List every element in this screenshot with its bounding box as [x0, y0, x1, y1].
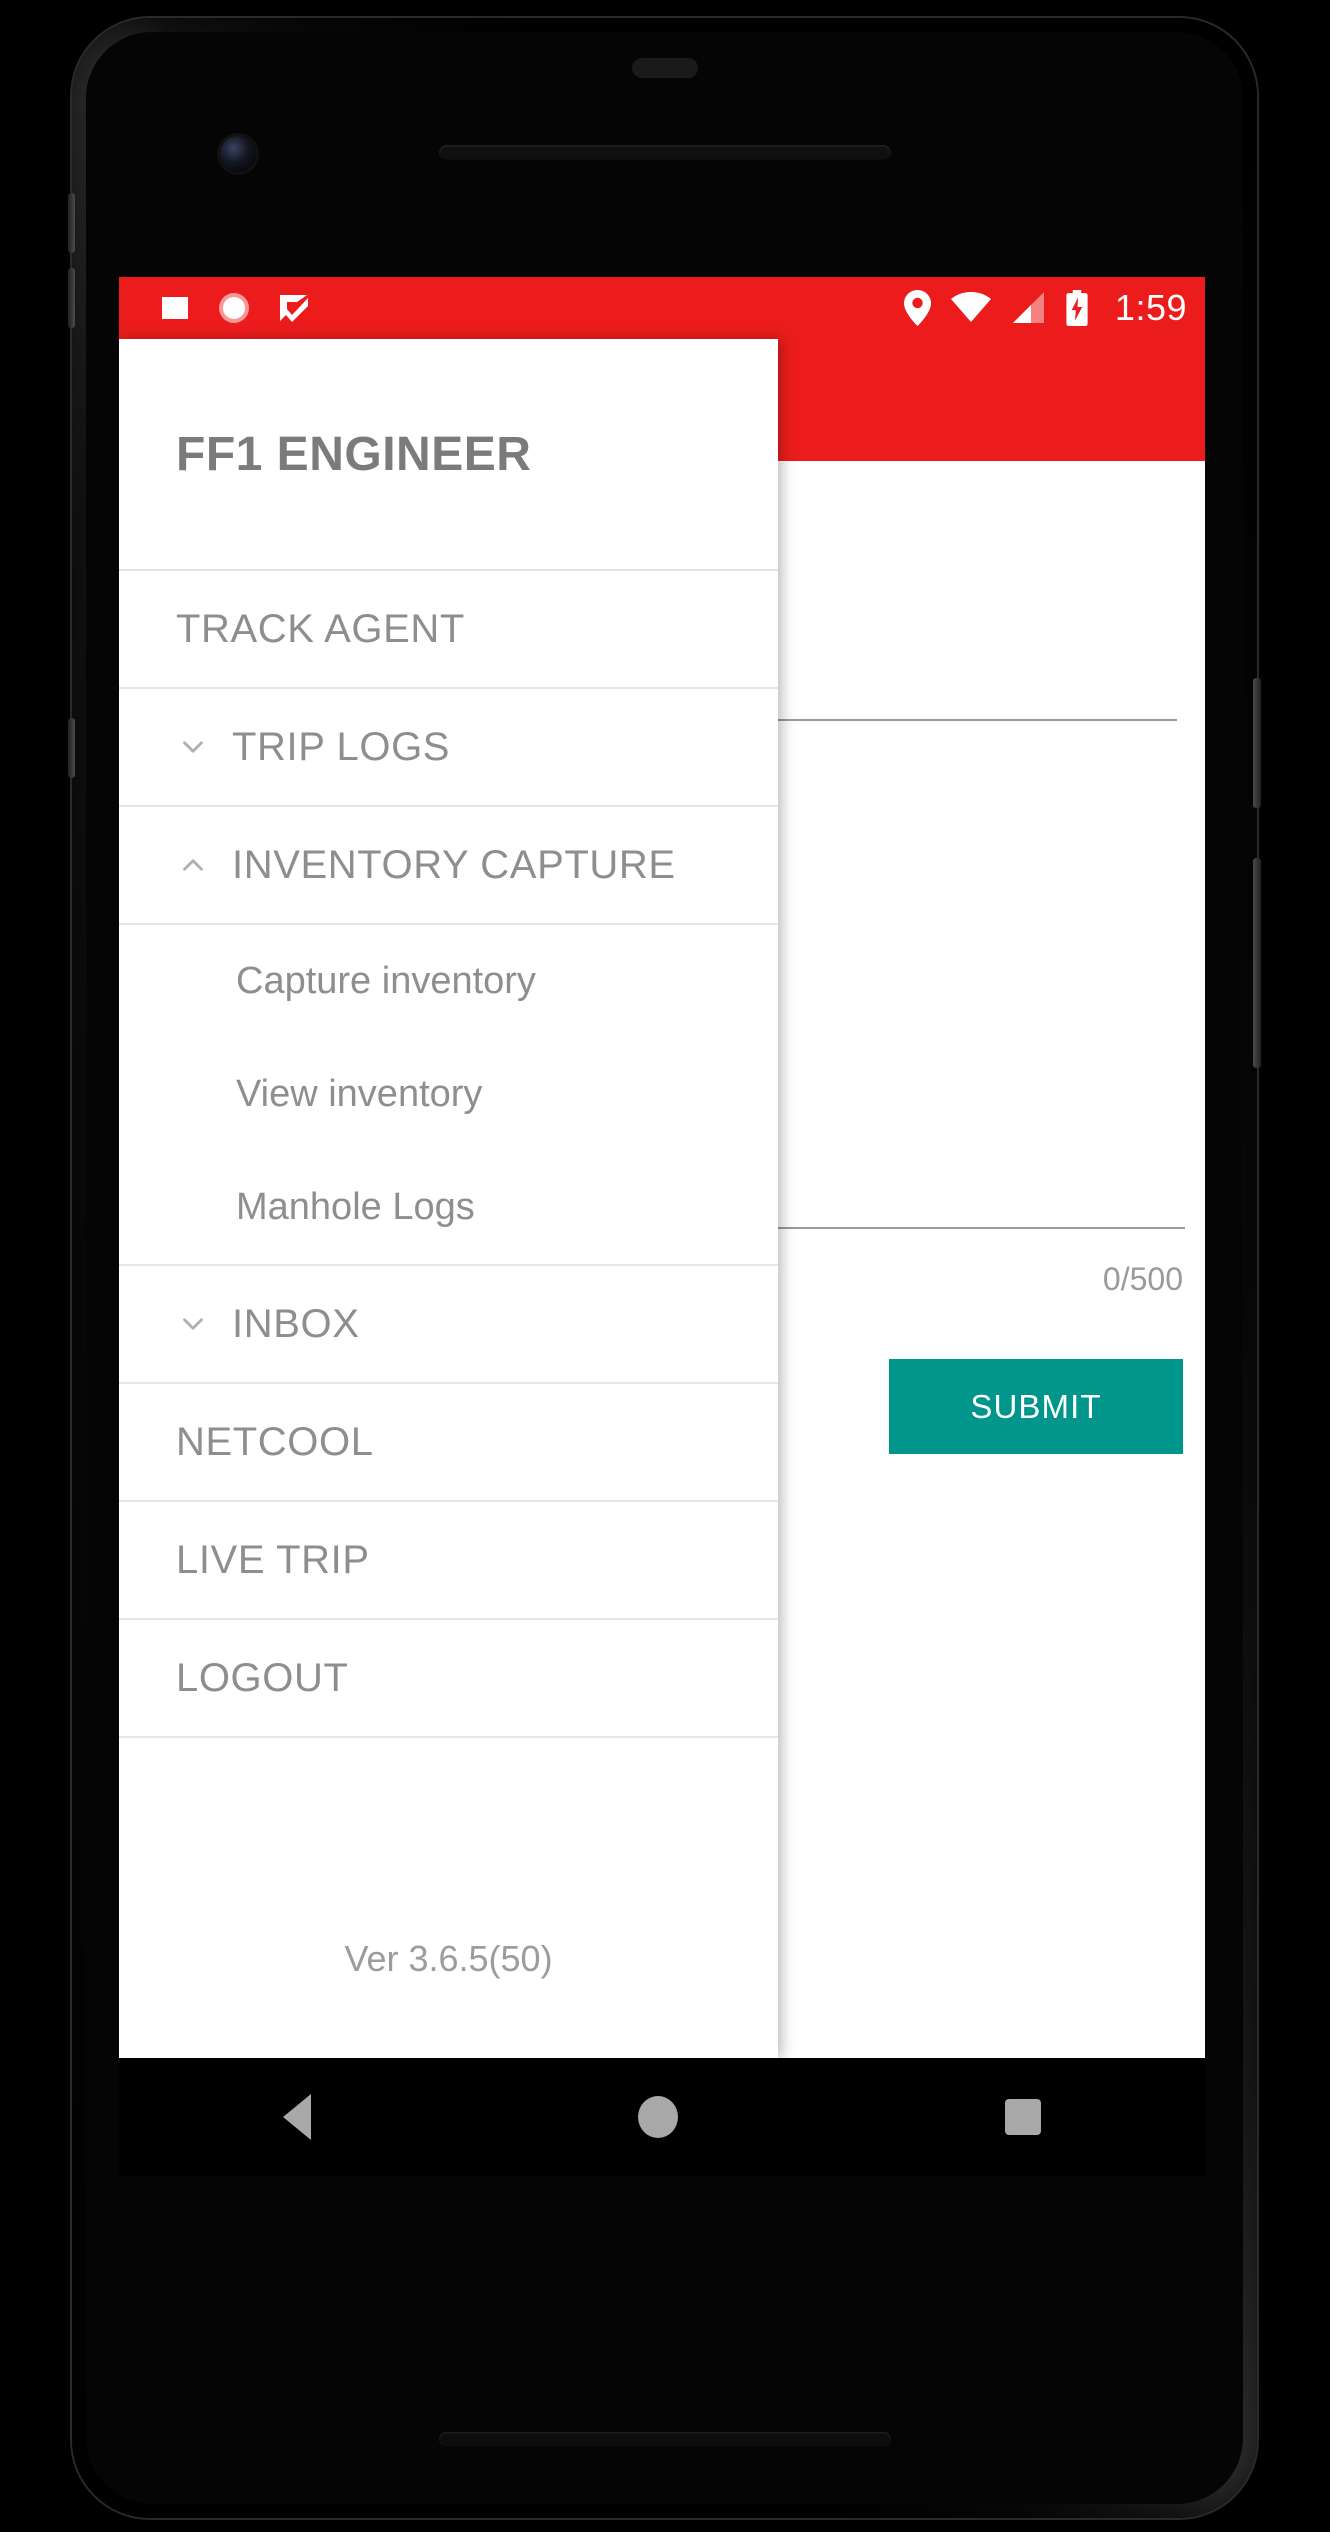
bottom-speaker-grille	[438, 2432, 891, 2446]
drawer-menu-top: TRACK AGENT TRIP LOGS INVENTORY CAPTURE …	[119, 571, 778, 1738]
drawer-subitem-manhole-logs[interactable]: Manhole Logs	[119, 1151, 778, 1264]
android-navigation-bar	[119, 2058, 1205, 2176]
status-bar: 1:59	[119, 277, 1205, 339]
drawer-subitem-label: Manhole Logs	[236, 1186, 475, 1228]
left-antenna-line-2	[68, 268, 75, 328]
chevron-down-icon	[176, 730, 220, 764]
status-bar-right-icons: 1:59	[903, 287, 1187, 329]
drawer-item-netcool[interactable]: NETCOOL	[119, 1384, 778, 1502]
drawer-submenu-inventory-capture: Capture inventory View inventory Manhole…	[119, 925, 778, 1266]
volume-button[interactable]	[1253, 858, 1261, 1068]
drawer-spacer	[119, 1738, 778, 1938]
earpiece-speaker-grille	[438, 145, 891, 161]
drawer-item-logout[interactable]: LOGOUT	[119, 1620, 778, 1738]
home-circle-icon[interactable]	[637, 2096, 678, 2138]
left-antenna-line-3	[68, 718, 75, 778]
drawer-subitem-view-inventory[interactable]: View inventory	[119, 1038, 778, 1151]
back-triangle-icon[interactable]	[282, 2094, 311, 2140]
top-sensor-notch	[631, 58, 698, 78]
tasks-check-icon	[280, 295, 308, 322]
front-camera-icon	[220, 136, 256, 172]
battery-charging-icon	[1066, 290, 1088, 326]
drawer-item-live-trip[interactable]: LIVE TRIP	[119, 1502, 778, 1620]
submit-button[interactable]: SUBMIT	[889, 1359, 1183, 1454]
phone-screen: 1:59 ure 18, Gurugram, Ha… cter 0/500 SU…	[119, 277, 1205, 2058]
recents-square-icon[interactable]	[1005, 2099, 1042, 2135]
drawer-subitem-label: Capture inventory	[236, 960, 536, 1002]
drawer-item-label: LIVE TRIP	[176, 1537, 370, 1582]
character-counter: 0/500	[1102, 1261, 1183, 1297]
drawer-item-label: INVENTORY CAPTURE	[232, 842, 676, 887]
cellular-signal-icon	[1012, 292, 1044, 323]
drawer-item-inbox[interactable]: INBOX	[119, 1266, 778, 1384]
drawer-item-label: TRACK AGENT	[176, 606, 465, 651]
drawer-subitem-capture-inventory[interactable]: Capture inventory	[119, 925, 778, 1038]
drawer-footer: Ver 3.6.5(50)	[119, 1938, 778, 2058]
drawer-header: FF1 ENGINEER	[119, 339, 778, 571]
drawer-title: FF1 ENGINEER	[176, 427, 532, 481]
drawer-subitem-label: View inventory	[236, 1073, 483, 1115]
drawer-item-label: LOGOUT	[176, 1655, 349, 1700]
power-button[interactable]	[1253, 678, 1261, 808]
drawer-item-trip-logs[interactable]: TRIP LOGS	[119, 689, 778, 807]
chevron-up-icon	[176, 848, 220, 882]
screen-recorder-icon	[162, 297, 188, 319]
drawer-item-inventory-capture[interactable]: INVENTORY CAPTURE	[119, 807, 778, 925]
drawer-item-track-agent[interactable]: TRACK AGENT	[119, 571, 778, 689]
app-version-label: Ver 3.6.5(50)	[344, 1938, 553, 1979]
location-pin-icon	[903, 290, 931, 326]
drawer-item-label: TRIP LOGS	[232, 724, 451, 769]
status-bar-left-icons	[159, 291, 311, 325]
wifi-icon	[950, 292, 991, 322]
drawer-item-label: INBOX	[232, 1301, 360, 1346]
navigation-drawer: FF1 ENGINEER TRACK AGENT TRIP LOGS INVEN…	[119, 339, 778, 2058]
drawer-item-label: NETCOOL	[176, 1419, 374, 1464]
chevron-down-icon	[176, 1307, 220, 1341]
status-bar-clock: 1:59	[1114, 287, 1187, 328]
left-antenna-line-1	[68, 193, 75, 253]
recording-dot-icon	[219, 293, 249, 323]
